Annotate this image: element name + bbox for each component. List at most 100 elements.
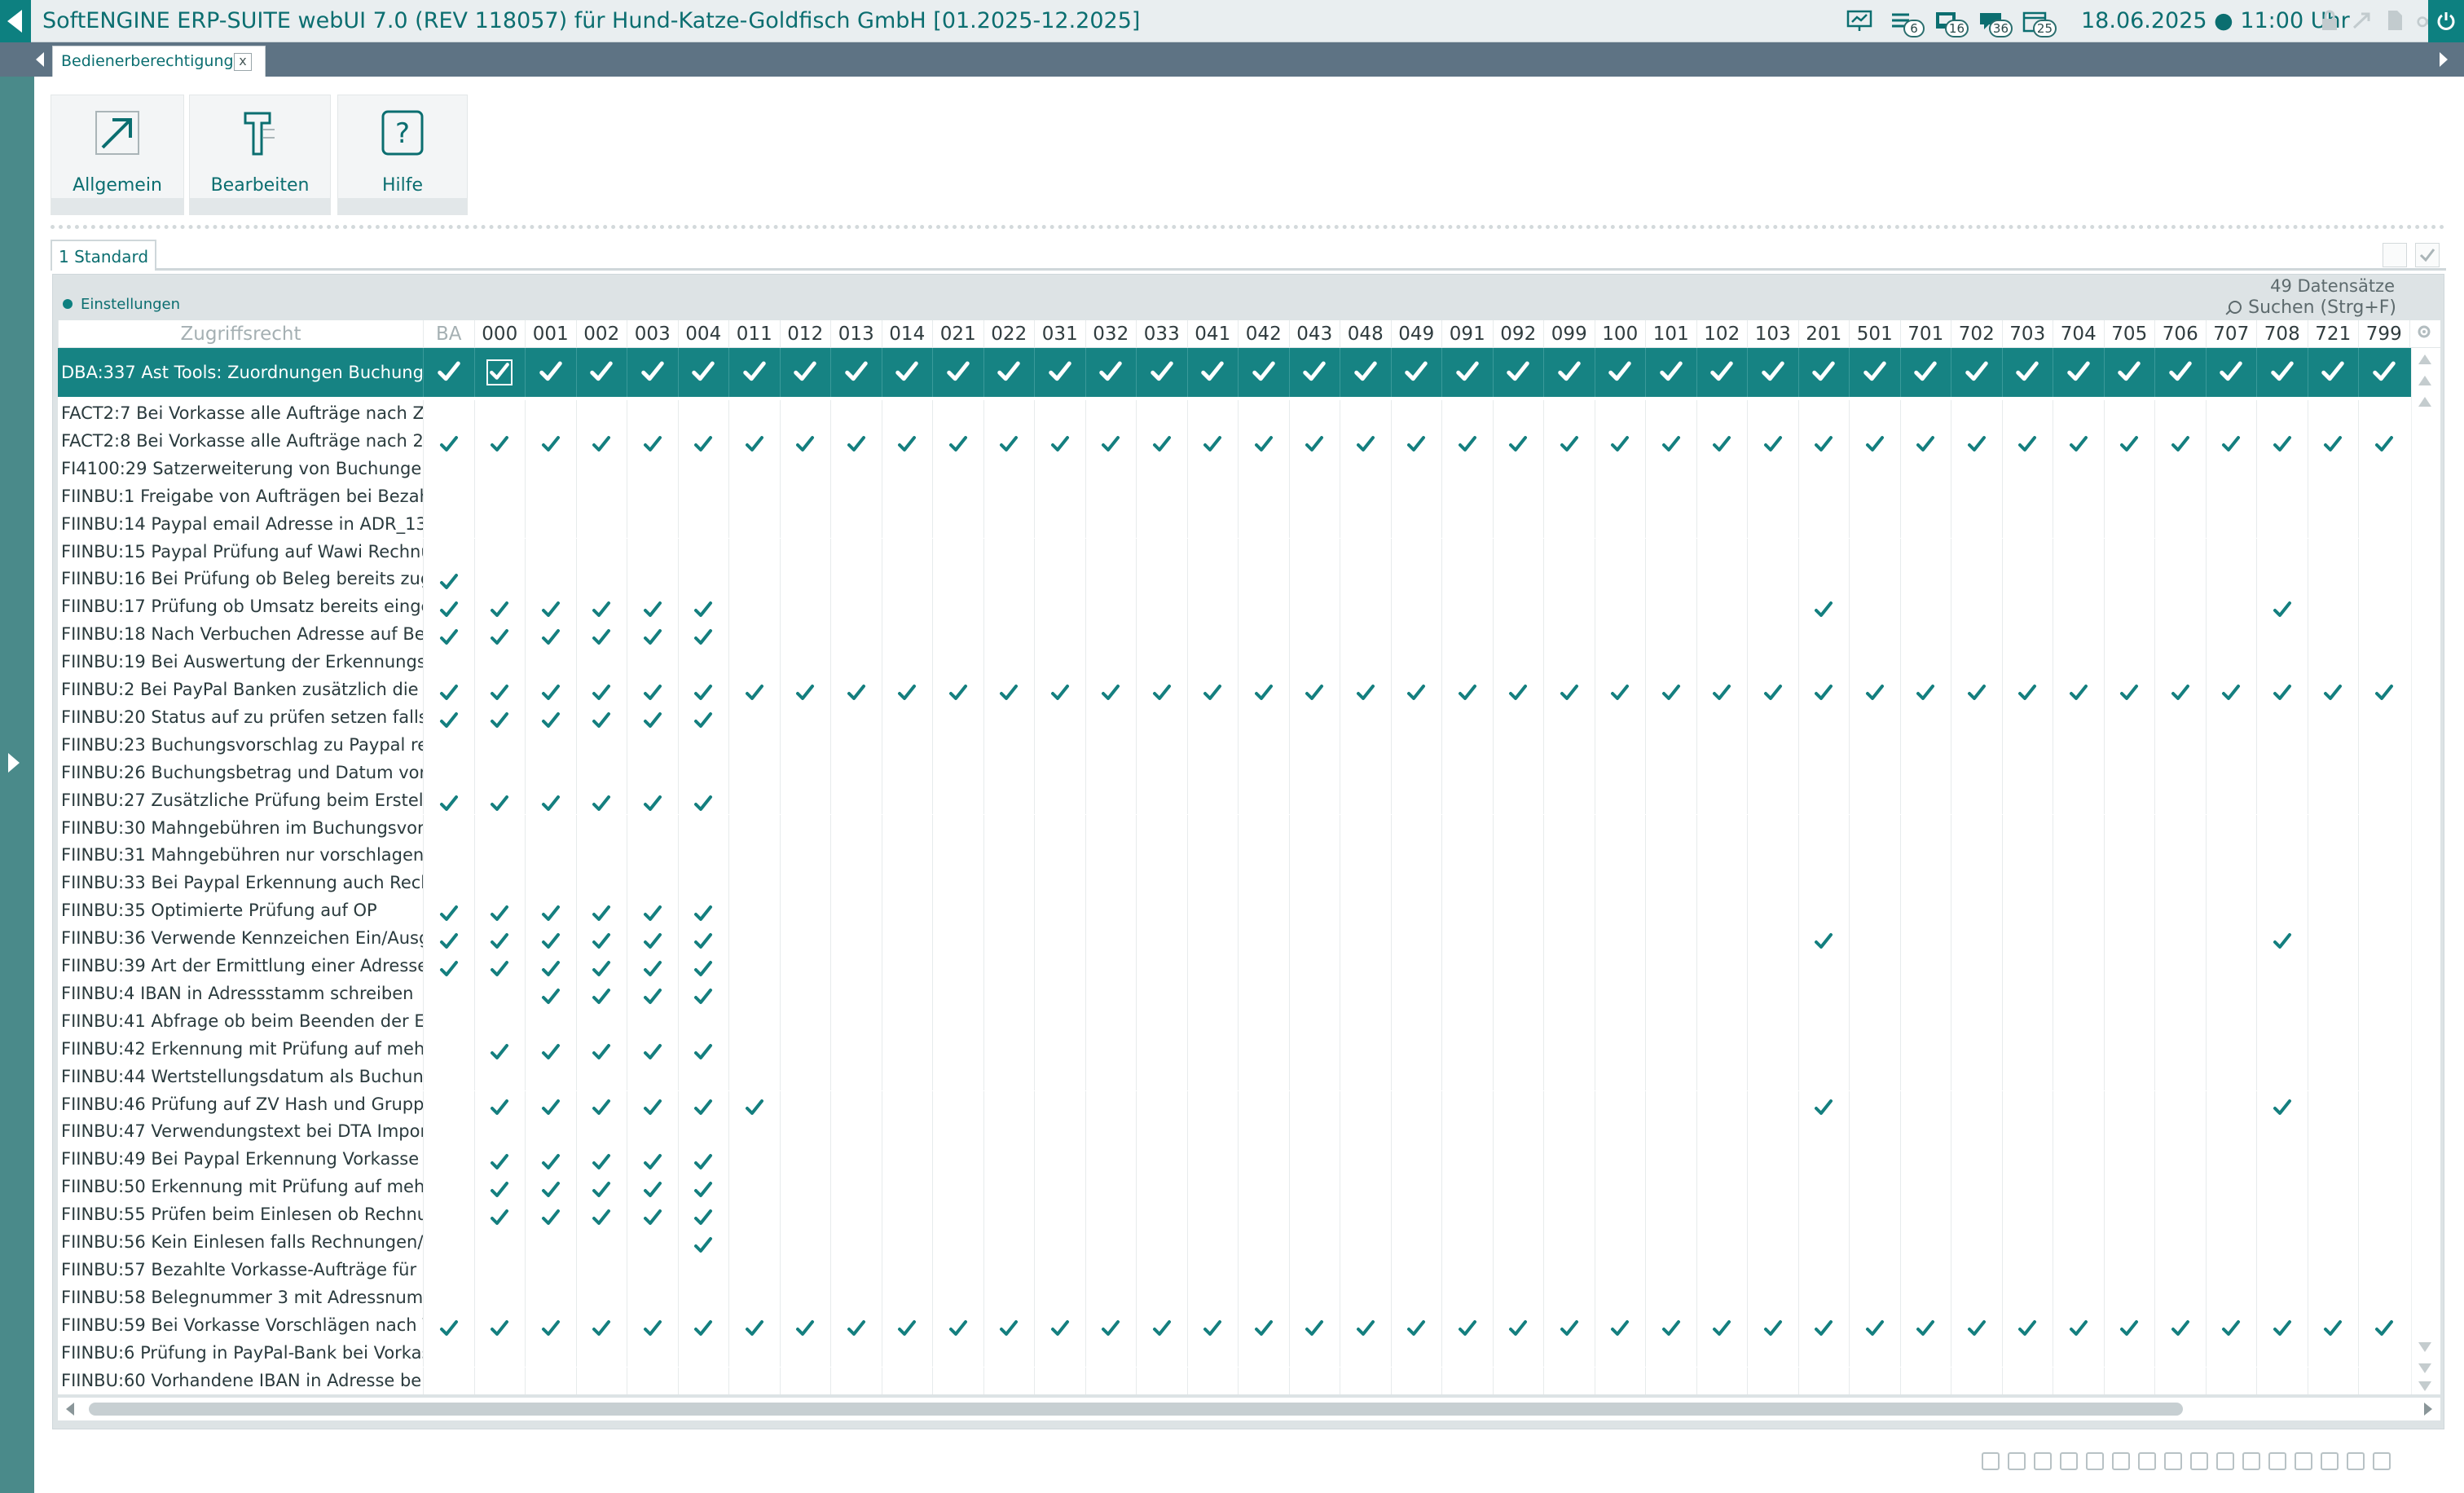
permission-checkbox[interactable] [1543, 1229, 1595, 1257]
permission-checkbox[interactable] [2103, 980, 2155, 1008]
permission-checkbox[interactable] [881, 1311, 933, 1340]
permission-checkbox[interactable] [1034, 538, 1085, 566]
permission-checkbox[interactable] [1696, 1090, 1748, 1119]
grid-icon[interactable] [2321, 1452, 2339, 1470]
permission-checkbox[interactable] [1085, 1284, 1137, 1312]
permission-checkbox[interactable] [830, 897, 882, 926]
permission-checkbox[interactable] [1951, 842, 2002, 870]
permission-checkbox[interactable] [779, 400, 831, 428]
permission-checkbox[interactable] [2154, 427, 2206, 456]
vertical-scrollbar[interactable] [2411, 348, 2440, 1394]
permission-checkbox[interactable] [1543, 703, 1595, 732]
permission-checkbox[interactable] [1034, 1146, 1085, 1174]
column-header[interactable]: 041 [1186, 320, 1239, 348]
permission-checkbox[interactable] [1492, 814, 1544, 843]
permission-checkbox[interactable] [2256, 1174, 2308, 1202]
permission-checkbox[interactable] [677, 1367, 729, 1394]
permission-checkbox[interactable] [2358, 897, 2409, 926]
permission-checkbox[interactable] [2001, 731, 2053, 760]
permission-checkbox[interactable] [2307, 676, 2359, 704]
permission-checkbox[interactable] [1288, 538, 1340, 566]
permission-checkbox[interactable] [2154, 759, 2206, 787]
permission-checkbox[interactable] [2103, 1090, 2155, 1119]
permission-checkbox[interactable] [932, 538, 983, 566]
permission-checkbox[interactable] [1951, 980, 2002, 1008]
permission-checkbox[interactable] [1441, 1146, 1493, 1174]
permission-checkbox[interactable] [1390, 1063, 1442, 1091]
permission-checkbox[interactable] [1441, 510, 1493, 539]
permission-checkbox[interactable] [983, 649, 1035, 676]
permission-checkbox[interactable] [1034, 510, 1085, 539]
permission-checkbox[interactable] [1849, 925, 1900, 953]
permission-checkbox[interactable] [1696, 703, 1748, 732]
permission-checkbox[interactable] [2358, 1007, 2409, 1036]
permission-checkbox[interactable] [1797, 455, 1850, 483]
permission-checkbox[interactable] [1186, 925, 1239, 953]
permission-checkbox[interactable] [932, 953, 983, 980]
permission-checkbox[interactable] [1238, 538, 1289, 566]
permission-checkbox[interactable] [2053, 1284, 2104, 1312]
permission-checkbox[interactable] [2358, 1256, 2409, 1284]
permission-checkbox[interactable] [830, 649, 882, 676]
permission-checkbox[interactable] [423, 1311, 474, 1340]
column-header[interactable]: 799 [2358, 320, 2409, 348]
permission-checkbox[interactable] [1797, 1339, 1850, 1367]
permission-checkbox[interactable] [1696, 1063, 1748, 1091]
permission-checkbox[interactable] [525, 427, 576, 456]
permission-checkbox[interactable] [2307, 703, 2359, 732]
permission-checkbox[interactable] [1034, 953, 1085, 980]
permission-checkbox[interactable] [2205, 759, 2257, 787]
permission-checkbox[interactable] [2154, 566, 2206, 594]
permission-checkbox[interactable] [2103, 1284, 2155, 1312]
permission-checkbox[interactable] [2103, 621, 2155, 650]
book-icon[interactable] [2190, 1452, 2208, 1470]
column-header[interactable]: 103 [1747, 320, 1798, 348]
permission-checkbox[interactable] [473, 538, 526, 566]
permission-checkbox[interactable] [677, 1284, 729, 1312]
permission-checkbox[interactable] [1085, 1174, 1137, 1202]
table-row[interactable]: FIINBU:30 Mahngebühren im Buchungsvorsch… [58, 814, 2411, 843]
permission-checkbox[interactable] [830, 870, 882, 898]
permission-checkbox[interactable] [1441, 870, 1493, 898]
permission-checkbox[interactable] [2103, 1229, 2155, 1257]
permission-checkbox[interactable] [627, 348, 678, 397]
permission-checkbox[interactable] [1034, 814, 1085, 843]
permission-checkbox[interactable] [1186, 1201, 1239, 1229]
permission-checkbox[interactable] [1899, 759, 1951, 787]
permission-checkbox[interactable] [1594, 842, 1646, 870]
permission-checkbox[interactable] [2053, 1063, 2104, 1091]
permission-checkbox[interactable] [2256, 482, 2308, 511]
permission-checkbox[interactable] [1899, 427, 1951, 456]
permission-checkbox[interactable] [627, 455, 678, 483]
permission-checkbox[interactable] [1136, 649, 1187, 676]
permission-checkbox[interactable] [1696, 455, 1748, 483]
permission-checkbox[interactable] [1034, 1201, 1085, 1229]
permission-checkbox[interactable] [932, 348, 983, 397]
permission-checkbox[interactable] [473, 510, 526, 539]
permission-checkbox[interactable] [1797, 348, 1850, 397]
permission-checkbox[interactable] [2256, 953, 2308, 980]
permission-checkbox[interactable] [1543, 953, 1595, 980]
permission-checkbox[interactable] [1543, 1256, 1595, 1284]
permission-checkbox[interactable] [2256, 593, 2308, 622]
permission-checkbox[interactable] [2103, 593, 2155, 622]
permission-checkbox[interactable] [1951, 348, 2002, 397]
permission-checkbox[interactable] [1849, 786, 1900, 815]
permission-checkbox[interactable] [1797, 1063, 1850, 1091]
permission-checkbox[interactable] [1543, 870, 1595, 898]
permission-checkbox[interactable] [627, 1256, 678, 1284]
permission-checkbox[interactable] [1238, 870, 1289, 898]
permission-checkbox[interactable] [2205, 1201, 2257, 1229]
permission-checkbox[interactable] [2307, 1201, 2359, 1229]
permission-checkbox[interactable] [1899, 925, 1951, 953]
permission-checkbox[interactable] [1543, 1118, 1595, 1147]
permission-checkbox[interactable] [983, 538, 1035, 566]
permission-checkbox[interactable] [1899, 538, 1951, 566]
permission-checkbox[interactable] [830, 510, 882, 539]
permission-checkbox[interactable] [2256, 897, 2308, 926]
permission-checkbox[interactable] [575, 759, 627, 787]
permission-checkbox[interactable] [1441, 842, 1493, 870]
permission-checkbox[interactable] [2205, 1090, 2257, 1119]
permission-checkbox[interactable] [1492, 1339, 1544, 1367]
table-row[interactable]: FIINBU:41 Abfrage ob beim Beenden der Er… [58, 1007, 2411, 1036]
